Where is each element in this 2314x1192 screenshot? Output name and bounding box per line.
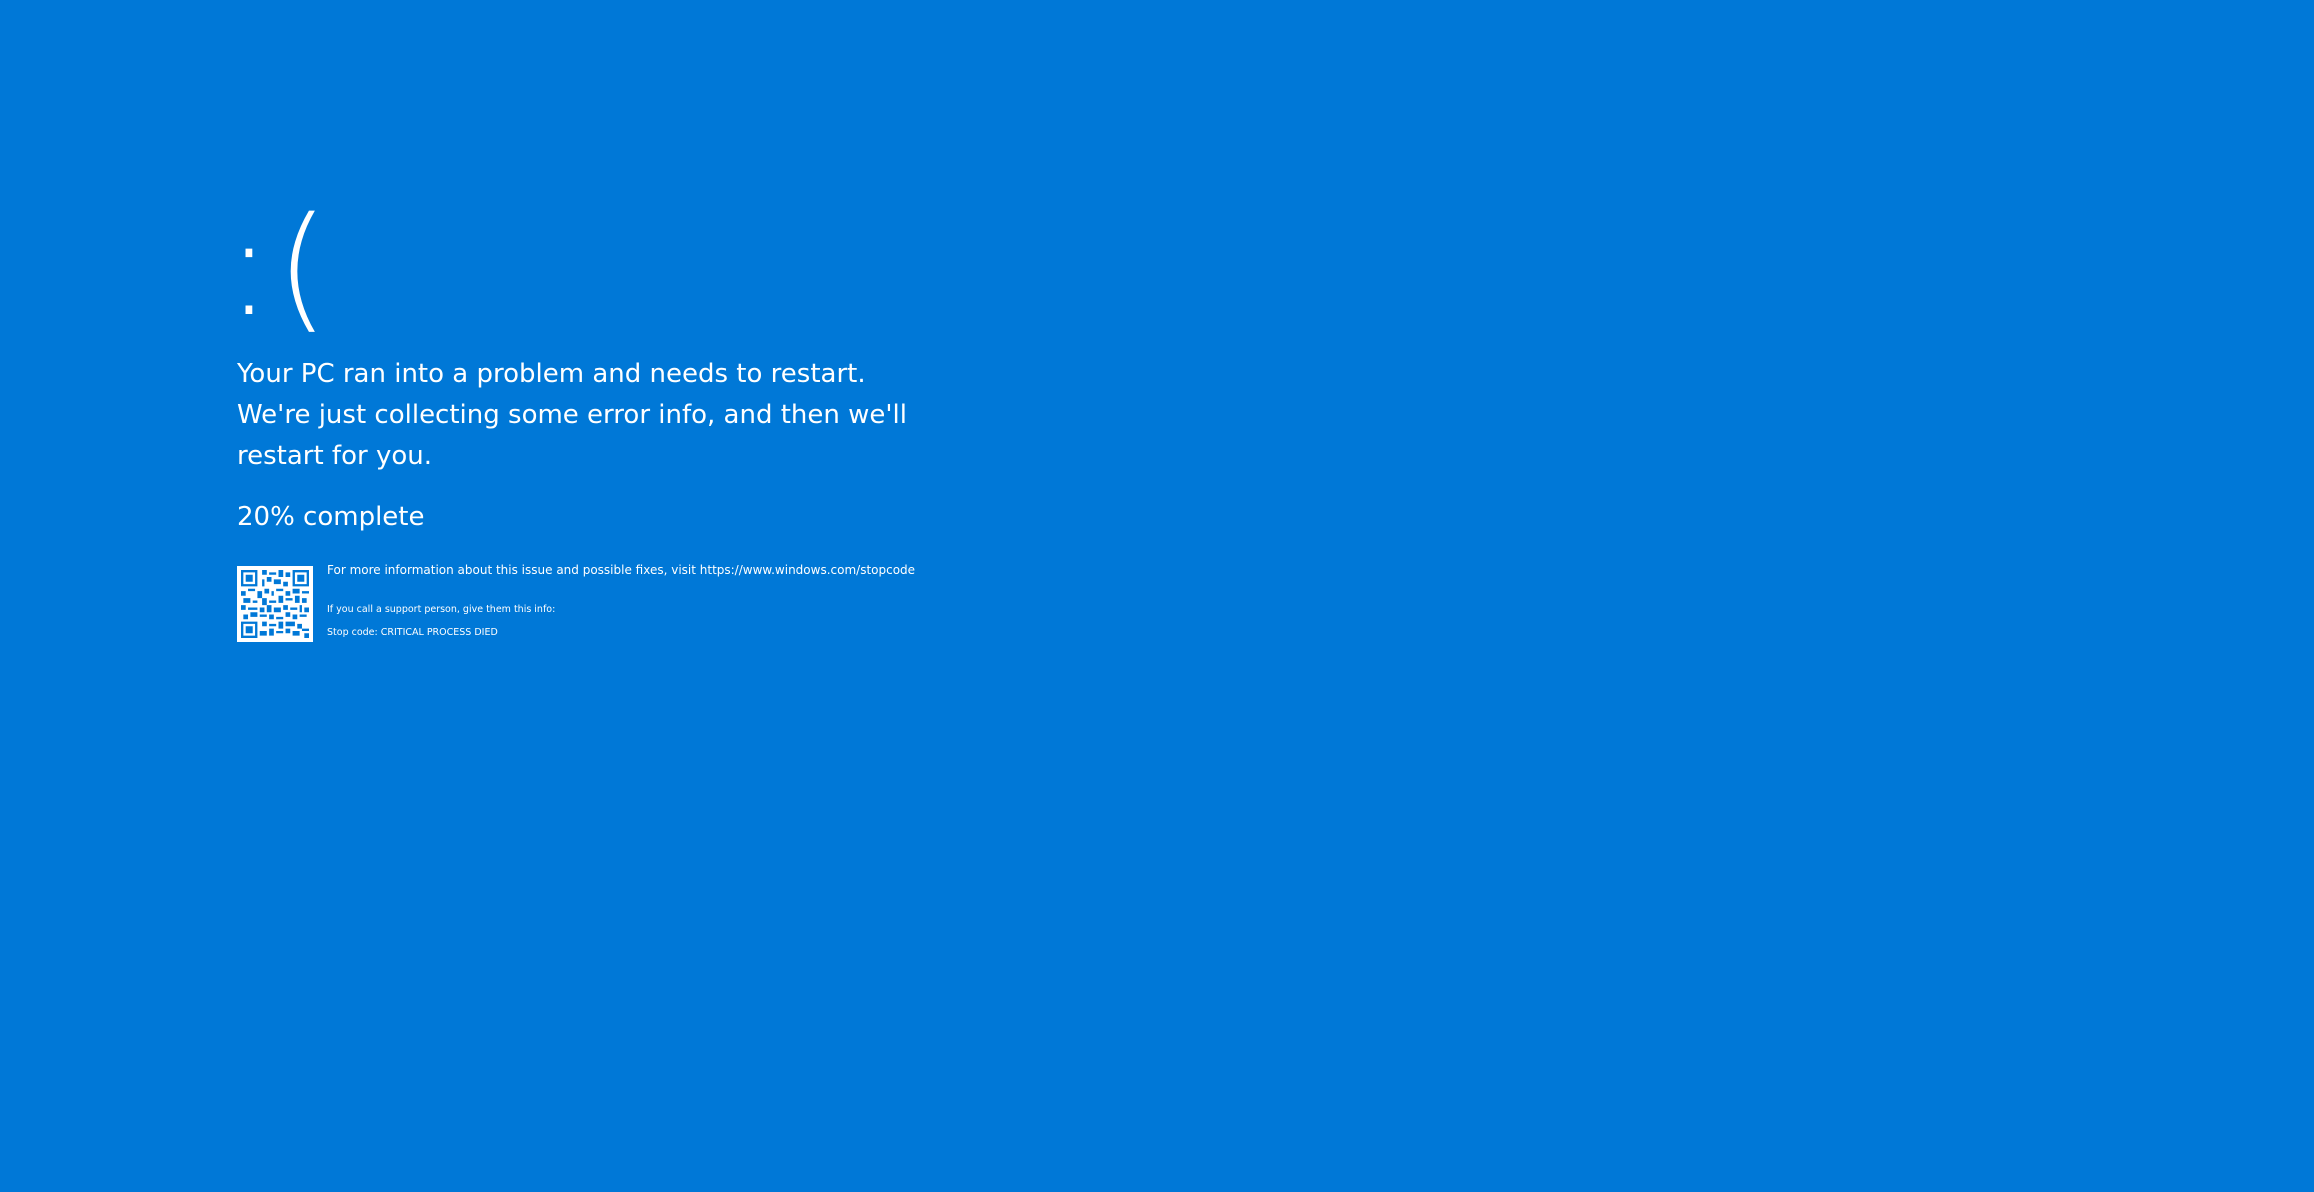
blue-screen-error: :( Your PC ran into a problem and needs …	[0, 0, 2314, 1192]
stopcode-info-text: For more information about this issue an…	[327, 563, 916, 577]
qr-code-graphic	[241, 570, 309, 638]
error-message: Your PC ran into a problem and needs to …	[237, 359, 908, 471]
technical-details: For more information about this issue an…	[327, 561, 927, 640]
support-info-label: If you call a support person, give them …	[327, 604, 556, 615]
stop-code-text: Stop code: CRITICAL PROCESS DIED	[327, 627, 498, 638]
qr-code-icon	[237, 566, 313, 642]
progress-status: 20% complete	[237, 502, 425, 532]
sad-face-emoticon: :(	[226, 189, 333, 347]
